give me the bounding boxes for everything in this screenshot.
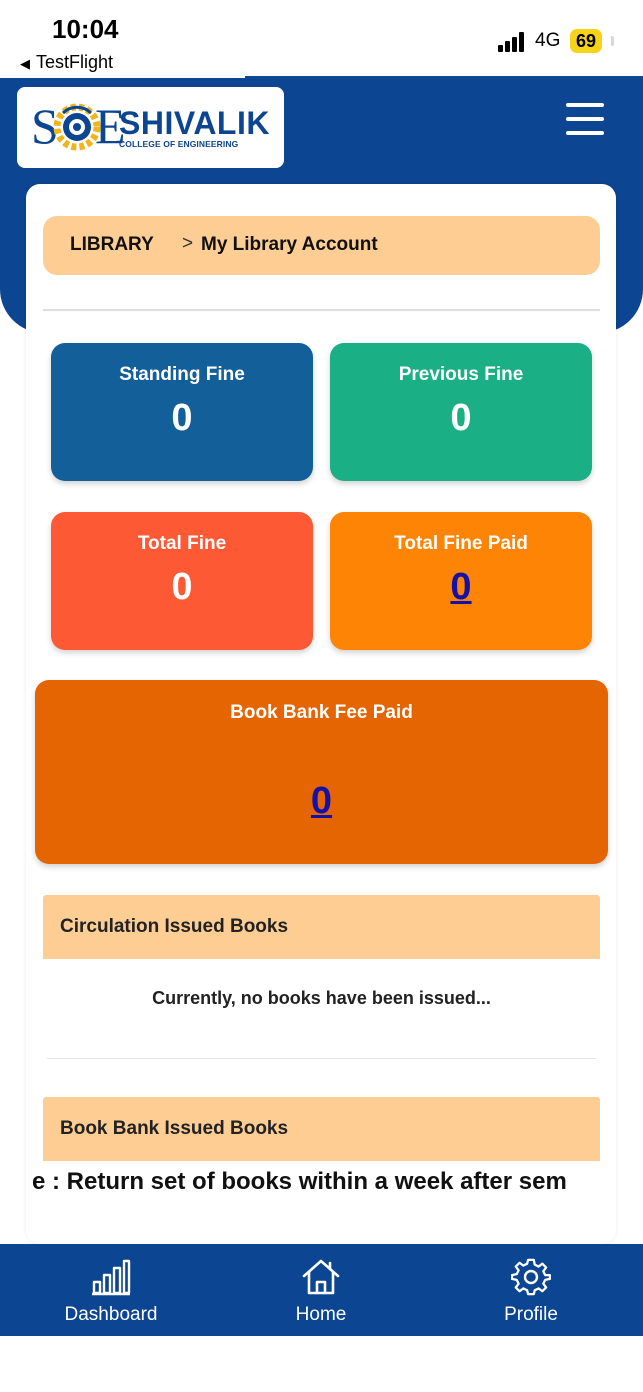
nav-profile[interactable]: Profile — [441, 1244, 621, 1336]
status-bar: 10:04 ◀ TestFlight 4G 69 — [0, 0, 643, 78]
breadcrumb-current: My Library Account — [201, 234, 378, 255]
total-fine-label: Total Fine — [137, 533, 227, 554]
total-fine-paid-link[interactable]: 0 — [450, 566, 471, 608]
nav-home-label: Home — [295, 1304, 347, 1325]
circulation-section-title: Circulation Issued Books — [60, 916, 289, 937]
circulation-section-header: Circulation Issued Books — [43, 895, 600, 959]
nav-profile-label: Profile — [504, 1304, 558, 1325]
no-books-message: Currently, no books have been issued... — [152, 988, 491, 1008]
total-fine-paid-label: Total Fine Paid — [394, 533, 528, 554]
bar-chart-icon — [92, 1259, 131, 1296]
standing-fine-tile: Standing Fine 0 — [51, 343, 313, 481]
total-fine-value: 0 — [171, 566, 193, 608]
divider — [43, 309, 600, 311]
book-bank-section-header: Book Bank Issued Books — [43, 1097, 600, 1161]
bottom-navigation: Dashboard Home Profile — [0, 1244, 643, 1336]
total-fine-tile: Total Fine 0 — [51, 512, 313, 650]
circulation-section-body: Currently, no books have been issued... — [43, 960, 600, 1060]
hamburger-menu-icon[interactable] — [566, 103, 604, 135]
total-fine-paid-tile: Total Fine Paid 0 — [330, 512, 592, 650]
breadcrumb: LIBRARY > My Library Account — [43, 216, 600, 275]
status-time: 10:04 — [52, 14, 119, 44]
previous-fine-value: 0 — [450, 397, 472, 439]
cellular-signal-icon — [498, 32, 528, 52]
college-logo[interactable]: S E SHIVALIK COLLEGE OF ENGINEERING — [17, 87, 284, 168]
notice-marquee: e : Return set of books within a week af… — [26, 1162, 616, 1202]
back-triangle-icon: ◀ — [20, 56, 30, 71]
nav-dashboard[interactable]: Dashboard — [21, 1244, 201, 1336]
battery-level: 69 — [570, 29, 603, 53]
book-bank-section-title: Book Bank Issued Books — [60, 1118, 289, 1139]
standing-fine-value: 0 — [171, 397, 193, 439]
standing-fine-label: Standing Fine — [119, 364, 245, 385]
section-divider — [47, 1058, 596, 1059]
nav-dashboard-label: Dashboard — [64, 1304, 158, 1325]
breadcrumb-library-link[interactable]: LIBRARY — [70, 234, 154, 256]
book-bank-fee-link[interactable]: 0 — [311, 780, 332, 822]
battery-tip-icon — [611, 36, 614, 46]
logo-gear-icon — [53, 103, 101, 151]
home-icon — [302, 1259, 340, 1295]
back-to-testflight-link[interactable]: ◀ TestFlight — [20, 52, 113, 73]
breadcrumb-separator-icon: > — [182, 233, 194, 254]
network-type: 4G — [535, 30, 561, 51]
book-bank-fee-tile: Book Bank Fee Paid 0 — [35, 680, 608, 864]
nav-home[interactable]: Home — [231, 1244, 411, 1336]
college-name: SHIVALIK — [119, 105, 270, 141]
previous-fine-tile: Previous Fine 0 — [330, 343, 592, 481]
notice-text: e : Return set of books within a week af… — [32, 1168, 567, 1195]
gear-icon — [511, 1258, 551, 1296]
back-app-label: TestFlight — [36, 52, 114, 72]
book-bank-fee-label: Book Bank Fee Paid — [230, 702, 413, 723]
college-subtitle: COLLEGE OF ENGINEERING — [119, 139, 239, 149]
previous-fine-label: Previous Fine — [398, 364, 524, 385]
